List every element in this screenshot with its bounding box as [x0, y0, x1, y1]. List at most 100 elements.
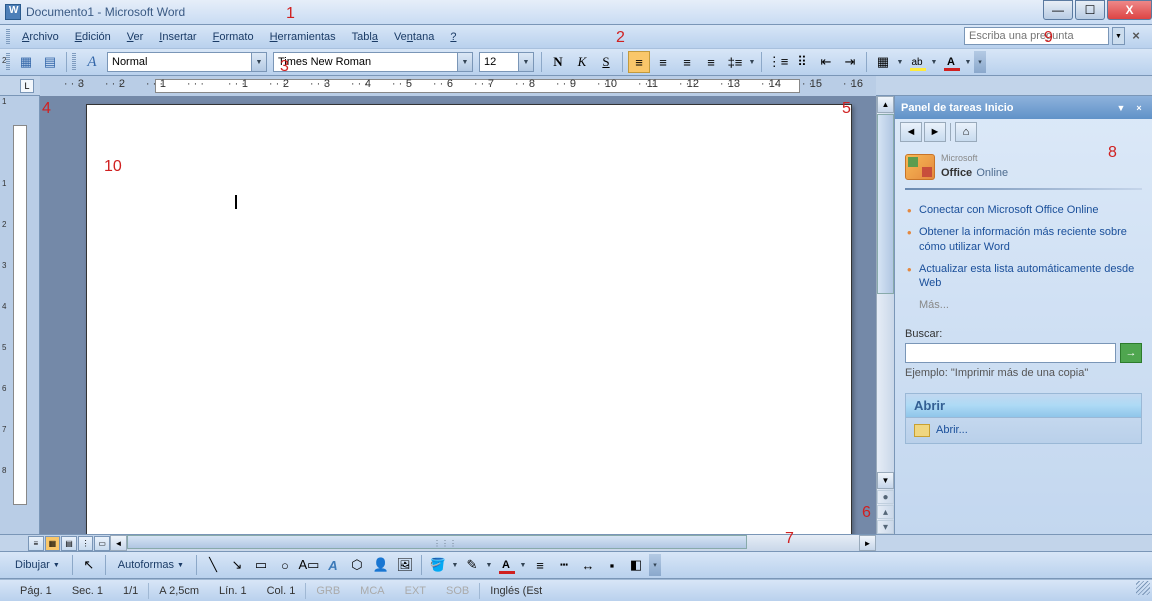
vertical-scrollbar[interactable]: ▲ ▼ ● ▴ ▾ — [876, 96, 894, 534]
font-color-button[interactable]: A — [940, 51, 962, 73]
line-color-icon[interactable]: ✎ — [461, 554, 483, 576]
diagram-icon[interactable]: ⬡ — [346, 554, 368, 576]
horizontal-ruler[interactable]: · · · 3· · · 2· · · 1· · · · · · 1· · · … — [40, 76, 876, 96]
resize-grip[interactable] — [1136, 581, 1150, 595]
back-button[interactable]: ◄ — [900, 122, 922, 142]
autoformas-button[interactable]: Autoformas▼ — [111, 554, 191, 576]
scroll-thumb[interactable] — [877, 114, 894, 294]
dropdown-arrow-icon[interactable]: ▼ — [451, 554, 459, 576]
wordart-icon[interactable]: A — [322, 554, 344, 576]
menu-ver[interactable]: Ver — [119, 28, 152, 46]
taskpane-close-icon[interactable]: × — [1132, 101, 1146, 115]
home-button[interactable]: ⌂ — [955, 122, 977, 142]
style-combo[interactable]: Normal ▼ — [107, 52, 267, 72]
taskpane-menu-icon[interactable]: ▼ — [1114, 101, 1128, 115]
bulleted-list-button[interactable]: ⠿ — [791, 51, 813, 73]
toolbar-handle[interactable] — [6, 29, 10, 45]
help-search-input[interactable] — [964, 27, 1109, 45]
dropdown-arrow-icon[interactable]: ▼ — [457, 53, 472, 71]
dash-style-icon[interactable]: ┅ — [553, 554, 575, 576]
oval-icon[interactable]: ○ — [274, 554, 296, 576]
decrease-indent-button[interactable]: ⇤ — [815, 51, 837, 73]
increase-indent-button[interactable]: ⇥ — [839, 51, 861, 73]
minimize-button[interactable]: — — [1043, 0, 1073, 20]
dropdown-arrow-icon[interactable]: ▼ — [930, 51, 938, 73]
browse-object-button[interactable]: ● — [877, 490, 894, 504]
arrow-style-icon[interactable]: ↔ — [577, 554, 599, 576]
bold-button[interactable]: N — [547, 51, 569, 73]
font-combo[interactable]: Times New Roman ▼ — [273, 52, 473, 72]
taskpane-link[interactable]: Conectar con Microsoft Office Online — [905, 200, 1142, 222]
toolbar-options-icon[interactable]: ▾ — [649, 554, 661, 576]
document-area[interactable] — [40, 96, 876, 534]
search-go-button[interactable]: → — [1120, 343, 1142, 363]
menu-archivo[interactable]: Archivo — [14, 28, 67, 46]
open-link[interactable]: Abrir... — [906, 418, 1141, 443]
italic-button[interactable]: K — [571, 51, 593, 73]
columns-icon[interactable]: ▦ — [15, 51, 37, 73]
shadow-icon[interactable]: ▪ — [601, 554, 623, 576]
normal-view-button[interactable]: ≡ — [28, 536, 44, 551]
menu-help[interactable]: ? — [442, 28, 464, 46]
horizontal-scrollbar[interactable]: ◄ ⋮⋮⋮ ► — [110, 535, 876, 551]
taskpane-link[interactable]: Obtener la información más reciente sobr… — [905, 222, 1142, 259]
line-style-icon[interactable]: ≡ — [529, 554, 551, 576]
scroll-down-button[interactable]: ▼ — [877, 472, 894, 489]
scroll-left-button[interactable]: ◄ — [110, 535, 127, 551]
dropdown-arrow-icon[interactable]: ▼ — [485, 554, 493, 576]
web-view-button[interactable]: ▦ — [45, 536, 61, 551]
scroll-right-button[interactable]: ► — [859, 535, 876, 551]
reading-layout-icon[interactable]: ▤ — [39, 51, 61, 73]
taskpane-search-input[interactable] — [905, 343, 1116, 363]
print-view-button[interactable]: ▤ — [61, 536, 77, 551]
menu-edicion[interactable]: Edición — [67, 28, 119, 46]
line-spacing-button[interactable]: ‡≡ — [724, 51, 746, 73]
borders-button[interactable]: ▦ — [872, 51, 894, 73]
dibujar-button[interactable]: Dibujar▼ — [8, 554, 67, 576]
underline-button[interactable]: S — [595, 51, 617, 73]
line-icon[interactable]: ╲ — [202, 554, 224, 576]
close-button[interactable]: X — [1107, 0, 1152, 20]
dropdown-arrow-icon[interactable]: ▼ — [896, 51, 904, 73]
help-search-dropdown[interactable]: ▼ — [1112, 27, 1125, 45]
outline-view-button[interactable]: ⋮ — [78, 536, 94, 551]
toolbar-handle[interactable] — [72, 53, 76, 71]
align-left-button[interactable]: ≡ — [628, 51, 650, 73]
toolbar-handle[interactable] — [6, 53, 10, 71]
size-combo[interactable]: 12 ▼ — [479, 52, 534, 72]
menu-formato[interactable]: Formato — [205, 28, 262, 46]
dropdown-arrow-icon[interactable]: ▼ — [251, 53, 266, 71]
picture-icon[interactable]: 🖼 — [394, 554, 416, 576]
scroll-thumb[interactable]: ⋮⋮⋮ — [127, 535, 747, 549]
dropdown-arrow-icon[interactable]: ▼ — [964, 51, 972, 73]
prev-page-button[interactable]: ▴ — [877, 505, 894, 519]
taskpane-more-link[interactable]: Más... — [905, 295, 1142, 317]
maximize-button[interactable]: ☐ — [1075, 0, 1105, 20]
menu-tabla[interactable]: Tabla — [344, 28, 386, 46]
forward-button[interactable]: ► — [924, 122, 946, 142]
dropdown-arrow-icon[interactable]: ▼ — [518, 53, 533, 71]
rectangle-icon[interactable]: ▭ — [250, 554, 272, 576]
vertical-ruler[interactable]: 2112345678 — [0, 96, 40, 534]
next-page-button[interactable]: ▾ — [877, 520, 894, 534]
align-right-button[interactable]: ≡ — [676, 51, 698, 73]
textbox-icon[interactable]: A▭ — [298, 554, 320, 576]
menu-herramientas[interactable]: Herramientas — [262, 28, 344, 46]
highlight-button[interactable]: ab — [906, 51, 928, 73]
select-objects-icon[interactable]: ↖ — [78, 554, 100, 576]
tab-selector[interactable]: L — [20, 79, 34, 93]
numbered-list-button[interactable]: ⋮≡ — [767, 51, 789, 73]
reading-view-button[interactable]: ▭ — [94, 536, 110, 551]
page[interactable] — [86, 104, 852, 534]
dropdown-arrow-icon[interactable]: ▼ — [748, 51, 756, 73]
font-color-draw-icon[interactable]: A — [495, 554, 517, 576]
taskpane-link[interactable]: Actualizar esta lista automáticamente de… — [905, 259, 1142, 296]
3d-icon[interactable]: ◧ — [625, 554, 647, 576]
fill-color-icon[interactable]: 🪣 — [427, 554, 449, 576]
scroll-up-button[interactable]: ▲ — [877, 96, 894, 113]
align-center-button[interactable]: ≡ — [652, 51, 674, 73]
menu-insertar[interactable]: Insertar — [151, 28, 204, 46]
dropdown-arrow-icon[interactable]: ▼ — [519, 554, 527, 576]
styles-icon[interactable]: A — [81, 51, 103, 73]
toolbar-options-icon[interactable]: ▾ — [974, 51, 986, 73]
